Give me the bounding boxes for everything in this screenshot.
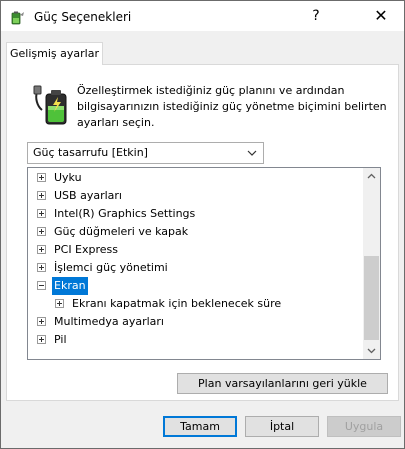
cancel-button[interactable]: İptal <box>245 416 319 437</box>
tree-item-label: Ekran <box>52 277 88 295</box>
tree-item-label: PCI Express <box>54 243 119 256</box>
tree-item-label: Ekranı kapatmak için beklenecek süre <box>72 297 282 310</box>
vertical-scrollbar[interactable] <box>363 168 380 359</box>
power-options-dialog: Güç Seçenekleri ? ✕ Gelişmiş ayarlar Öze… <box>0 0 405 449</box>
power-options-icon <box>11 11 24 25</box>
help-button[interactable]: ? <box>293 1 339 31</box>
close-button[interactable]: ✕ <box>358 1 404 31</box>
tree-item-label: İşlemci güç yönetimi <box>54 261 168 274</box>
tree-item-label: Güç düğmeleri ve kapak <box>54 225 189 238</box>
expand-icon[interactable] <box>37 173 46 182</box>
tree-item-label: Multimedya ayarları <box>54 315 164 328</box>
advanced-settings-panel: Özelleştirmek istediğiniz güç planını ve… <box>6 64 399 401</box>
expand-icon[interactable] <box>37 209 46 218</box>
battery-plug-icon <box>33 85 67 125</box>
tree-item-label: Pil <box>54 333 67 346</box>
close-icon: ✕ <box>374 6 388 25</box>
collapse-icon[interactable] <box>37 281 46 290</box>
tab-advanced-settings[interactable]: Gelişmiş ayarlar <box>6 42 103 65</box>
expand-icon[interactable] <box>37 335 46 344</box>
scroll-up-icon[interactable] <box>363 168 380 185</box>
tree-item-label: Uyku <box>54 171 82 184</box>
chevron-down-icon <box>247 150 257 156</box>
ok-button[interactable]: Tamam <box>163 416 237 437</box>
power-plan-select[interactable]: Güç tasarrufu [Etkin] <box>27 142 264 164</box>
expand-icon[interactable] <box>55 299 64 308</box>
apply-button[interactable]: Uygula <box>327 416 401 437</box>
expand-icon[interactable] <box>37 227 46 236</box>
description-text: Özelleştirmek istediğiniz güç planını ve… <box>77 84 387 129</box>
restore-defaults-button[interactable]: Plan varsayılanlarını geri yükle <box>177 373 388 394</box>
expand-icon[interactable] <box>37 191 46 200</box>
scroll-thumb[interactable] <box>364 256 379 340</box>
title-bar[interactable]: Güç Seçenekleri ? ✕ <box>1 1 404 31</box>
scroll-down-icon[interactable] <box>363 342 380 359</box>
tree-item-label: Intel(R) Graphics Settings <box>54 207 196 220</box>
window-title: Güç Seçenekleri <box>34 10 132 24</box>
expand-icon[interactable] <box>37 263 46 272</box>
tree-item-label: USB ayarları <box>54 189 122 202</box>
expand-icon[interactable] <box>37 317 46 326</box>
settings-tree[interactable]: Uyku USB ayarları Intel(R) Graphics Sett… <box>27 167 381 360</box>
expand-icon[interactable] <box>37 245 46 254</box>
power-plan-value: Güç tasarrufu [Etkin] <box>33 146 148 159</box>
